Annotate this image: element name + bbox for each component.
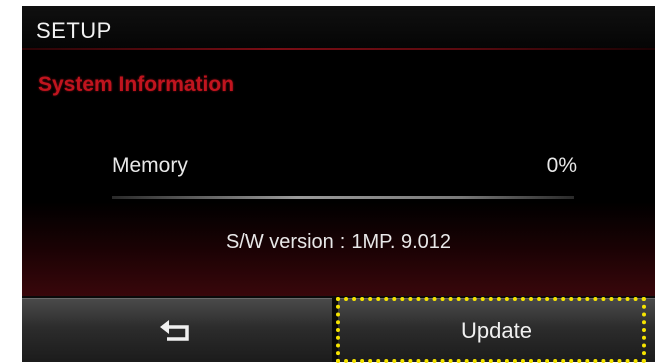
software-version-separator: : — [339, 231, 346, 253]
setup-screen: SETUP System Information Memory 0% S/W v… — [22, 6, 655, 362]
memory-value: 0% — [546, 154, 577, 177]
back-arrow-icon — [157, 317, 197, 345]
header-bar: SETUP — [22, 6, 655, 48]
software-version: S/W version:1MP. 9.012 — [22, 231, 655, 254]
update-button[interactable]: Update — [338, 298, 655, 362]
software-version-value: 1MP. 9.012 — [351, 231, 452, 253]
page-title: SETUP — [36, 18, 112, 43]
memory-usage-bar — [112, 196, 574, 199]
update-button-label: Update — [461, 318, 532, 343]
header-divider — [22, 48, 655, 50]
software-version-label: S/W version — [225, 231, 334, 253]
back-button[interactable] — [22, 298, 332, 362]
section-title: System Information — [38, 73, 235, 96]
memory-label: Memory — [112, 154, 188, 177]
